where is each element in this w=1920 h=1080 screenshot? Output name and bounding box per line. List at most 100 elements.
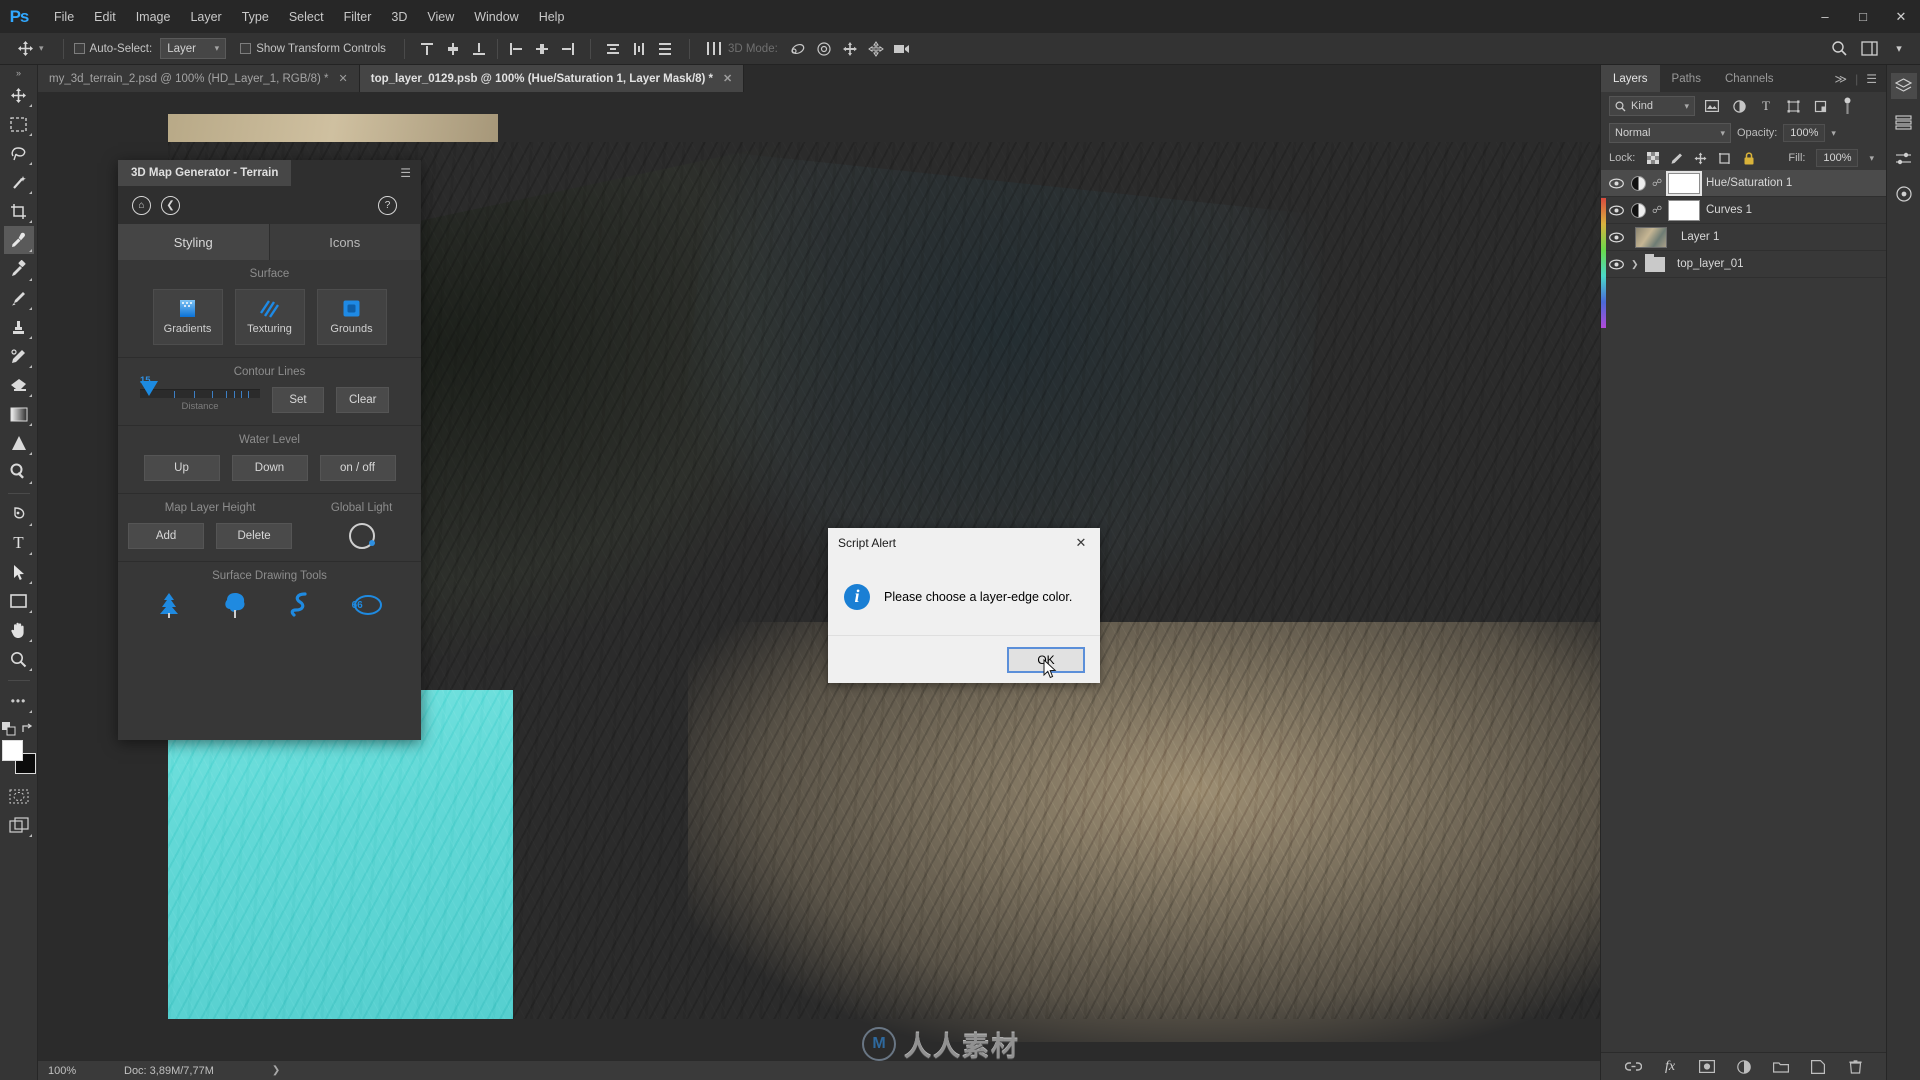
default-colors-icon[interactable] (2, 722, 16, 736)
group-folder-icon[interactable] (1645, 253, 1665, 272)
menu-window[interactable]: Window (464, 5, 528, 29)
document-tab-2[interactable]: top_layer_0129.psb @ 100% (Hue/Saturatio… (359, 65, 745, 92)
swap-colors-icon[interactable] (21, 722, 35, 736)
menu-image[interactable]: Image (126, 5, 181, 29)
align-horizontal-centers-button[interactable] (530, 37, 554, 61)
auto-select-scope-dropdown[interactable]: Layer ▾ (160, 38, 227, 59)
marquee-tool[interactable] (4, 110, 34, 138)
pixel-filter-icon[interactable] (1702, 96, 1722, 116)
tool-preset-caret-icon[interactable]: ▾ (39, 43, 44, 54)
home-icon[interactable]: ⌂ (132, 195, 151, 215)
fill-field[interactable]: 100% (1816, 149, 1859, 167)
layer-visibility-toggle[interactable] (1607, 204, 1625, 216)
layer-row-curves[interactable]: ☍ Curves 1 (1601, 197, 1886, 224)
maximize-button[interactable]: □ (1844, 0, 1882, 33)
opacity-chevron-icon[interactable]: ▾ (1831, 128, 1836, 139)
menu-filter[interactable]: Filter (334, 5, 382, 29)
shape-filter-icon[interactable] (1783, 96, 1803, 116)
tab-styling[interactable]: Styling (118, 224, 270, 260)
move-tool[interactable] (4, 81, 34, 109)
conifer-tree-icon[interactable] (156, 591, 182, 619)
eraser-tool[interactable] (4, 371, 34, 399)
camera-3d-icon[interactable] (890, 37, 914, 61)
brush-tool[interactable] (4, 284, 34, 312)
dodge-tool[interactable] (4, 458, 34, 486)
rectangle-tool[interactable] (4, 587, 34, 615)
link-mask-icon[interactable]: ☍ (1652, 205, 1662, 216)
pan-3d-icon[interactable] (838, 37, 862, 61)
layer-row-hue-saturation[interactable]: ☍ Hue/Saturation 1 (1601, 170, 1886, 197)
lock-all-icon[interactable] (1742, 151, 1755, 165)
layer-mask-thumb[interactable] (1668, 199, 1700, 221)
menu-3d[interactable]: 3D (381, 5, 417, 29)
adjustments-rail-icon[interactable] (1891, 145, 1917, 171)
menu-view[interactable]: View (417, 5, 464, 29)
grounds-button[interactable]: Grounds (316, 289, 387, 345)
link-mask-icon[interactable]: ☍ (1652, 178, 1662, 189)
canvas-horizontal-scrollbar[interactable] (38, 1048, 1600, 1060)
water-down-button[interactable]: Down (231, 455, 308, 481)
add-layer-mask-icon[interactable] (1699, 1058, 1716, 1075)
move-tool-icon[interactable] (14, 38, 36, 60)
clone-stamp-tool[interactable] (4, 313, 34, 341)
slide-3d-icon[interactable] (864, 37, 888, 61)
opacity-field[interactable]: 100% (1783, 124, 1826, 142)
rotate-3d-icon[interactable] (786, 37, 810, 61)
map-height-delete-button[interactable]: Delete (216, 523, 293, 549)
status-expand-icon[interactable]: ❯ (214, 1065, 280, 1076)
close-icon[interactable]: ✕ (339, 72, 348, 85)
show-transform-controls-checkbox[interactable]: Show Transform Controls (240, 43, 386, 55)
deciduous-tree-icon[interactable] (222, 591, 248, 619)
zoom-tool[interactable] (4, 645, 34, 673)
lock-transparent-icon[interactable] (1646, 152, 1659, 165)
delete-layer-icon[interactable] (1847, 1058, 1864, 1075)
water-up-button[interactable]: Up (143, 455, 220, 481)
river-path-icon[interactable] (287, 591, 313, 619)
close-button[interactable]: ✕ (1882, 0, 1920, 33)
texturing-button[interactable]: Texturing (234, 289, 305, 345)
workspace-icon[interactable] (1856, 36, 1882, 62)
smart-object-filter-icon[interactable] (1810, 96, 1830, 116)
fill-chevron-icon[interactable]: ▾ (1869, 153, 1874, 164)
script-alert-dialog[interactable]: Script Alert ✕ i Please choose a layer-e… (828, 528, 1100, 683)
tab-channels[interactable]: Channels (1713, 65, 1786, 92)
close-icon[interactable]: ✕ (1068, 532, 1094, 554)
blend-mode-dropdown[interactable]: Normal ▾ (1609, 123, 1731, 143)
search-icon[interactable] (1826, 36, 1852, 62)
options-bar-menu-icon[interactable]: ▾ (1886, 36, 1912, 62)
contour-set-button[interactable]: Set (272, 387, 324, 413)
blur-tool[interactable] (4, 429, 34, 457)
lasso-tool[interactable] (4, 139, 34, 167)
type-filter-icon[interactable]: T (1756, 96, 1776, 116)
align-left-edges-button[interactable] (504, 37, 528, 61)
new-adjustment-layer-icon[interactable] (1736, 1058, 1753, 1075)
panel-menu-icon[interactable]: ☰ (1866, 72, 1877, 86)
path-selection-tool[interactable] (4, 558, 34, 586)
distance-slider[interactable]: 15 Distance (140, 375, 260, 412)
hand-tool[interactable] (4, 616, 34, 644)
distribute-spacing-button[interactable] (702, 37, 726, 61)
quick-mask-icon[interactable] (4, 782, 34, 810)
layers-rail-icon[interactable] (1890, 73, 1917, 99)
distribute-bottom-button[interactable] (653, 37, 677, 61)
back-arrow-icon[interactable]: ❮ (161, 195, 180, 215)
layer-visibility-toggle[interactable] (1607, 231, 1625, 243)
number-66-icon[interactable]: 66 (352, 591, 383, 619)
auto-select-box-icon[interactable] (73, 43, 85, 54)
menu-edit[interactable]: Edit (84, 5, 126, 29)
filter-toggle-icon[interactable] (1837, 96, 1857, 116)
add-layer-style-icon[interactable]: fx (1662, 1058, 1679, 1075)
history-brush-tool[interactable] (4, 342, 34, 370)
align-top-edges-button[interactable] (415, 37, 439, 61)
screen-mode-icon[interactable] (4, 811, 34, 839)
water-onoff-button[interactable]: on / off (319, 455, 396, 481)
map-height-add-button[interactable]: Add (128, 523, 205, 549)
layer-row-layer1[interactable]: Layer 1 (1601, 224, 1886, 251)
foreground-color-swatch[interactable] (1, 740, 23, 761)
distance-slider-thumb[interactable] (140, 380, 158, 396)
healing-brush-tool[interactable] (4, 255, 34, 283)
crop-tool[interactable] (4, 197, 34, 225)
type-tool[interactable]: T (4, 529, 34, 557)
align-bottom-edges-button[interactable] (467, 37, 491, 61)
contour-clear-button[interactable]: Clear (336, 387, 390, 413)
